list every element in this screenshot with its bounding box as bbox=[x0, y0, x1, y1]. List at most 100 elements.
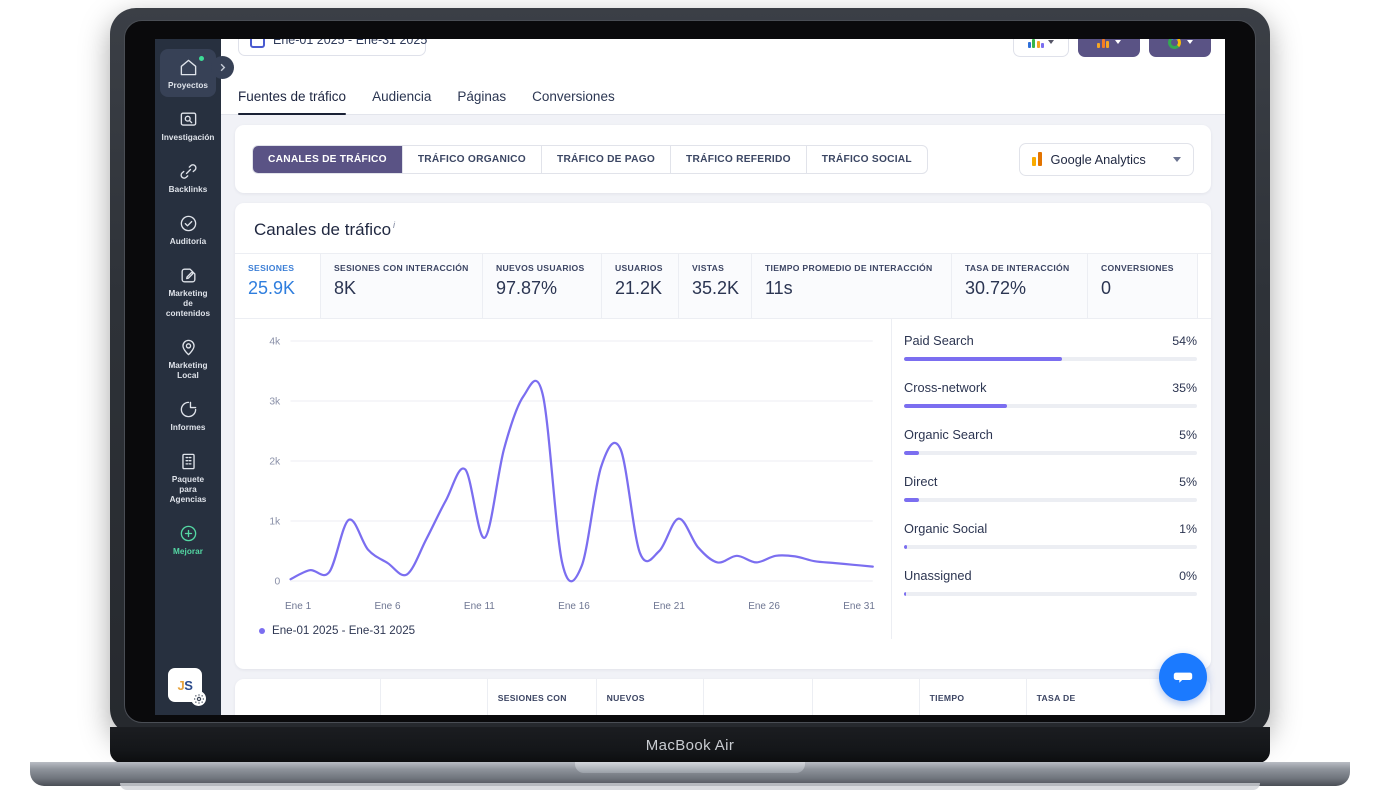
chat-bubble-icon[interactable] bbox=[1159, 653, 1207, 701]
svg-text:2k: 2k bbox=[269, 457, 281, 468]
kpi-usuarios[interactable]: USUARIOS 21.2K bbox=[602, 254, 679, 318]
map-pin-icon bbox=[177, 336, 199, 358]
channel-row[interactable]: Organic Search 5% bbox=[904, 427, 1197, 466]
channel-row[interactable]: Direct 5% bbox=[904, 474, 1197, 513]
channel-percent: 54% bbox=[1172, 334, 1197, 348]
sidebar-item-backlinks[interactable]: Backlinks bbox=[160, 153, 216, 201]
sidebar-item-auditor-a[interactable]: Auditoría bbox=[160, 205, 216, 253]
panel-title: Canales de tráfico i bbox=[235, 203, 1211, 253]
sidebar-item-label: Investigación bbox=[161, 133, 215, 142]
kpi-value: 25.9K bbox=[248, 277, 296, 298]
date-range-picker[interactable]: Ene-01 2025 - Ene-31 2025 bbox=[238, 39, 427, 56]
kpi-nuevos-usuarios[interactable]: NUEVOS USUARIOS 97.87% bbox=[483, 254, 602, 318]
channel-name: Cross-network bbox=[904, 380, 987, 395]
kpi-vistas[interactable]: VISTAS 35.2K bbox=[679, 254, 752, 318]
gear-icon[interactable] bbox=[191, 691, 206, 706]
sidebar-item-label: Mejorar bbox=[173, 547, 203, 556]
kpi-sesiones[interactable]: SESIONES 25.9K bbox=[235, 254, 321, 318]
channel-progress-fill bbox=[904, 498, 919, 502]
x-tick-label: Ene 6 bbox=[374, 601, 401, 612]
channel-percent: 35% bbox=[1172, 381, 1197, 395]
x-tick-label: Ene 31 bbox=[843, 601, 875, 612]
magnifier-document-icon bbox=[177, 108, 199, 130]
kpi-conversiones[interactable]: CONVERSIONES 0 bbox=[1088, 254, 1198, 318]
chart-series-line bbox=[289, 379, 874, 583]
main-area: Ene-01 2025 - Ene-31 2025 Fuentes de trá… bbox=[221, 39, 1225, 715]
tab-conversiones[interactable]: Conversiones bbox=[532, 89, 615, 114]
toolbar-buttons bbox=[1013, 39, 1211, 57]
channel-percent: 5% bbox=[1179, 428, 1197, 442]
kpi-row: SESIONES 25.9K SESIONES CON INTERACCIÓN 8K N… bbox=[235, 253, 1211, 319]
sidebar-item-investigaci-n[interactable]: Investigación bbox=[160, 101, 216, 149]
screenshot-stage: Proyectos Investigación Backlinks Auditoría… bbox=[0, 0, 1380, 793]
channel-progress-fill bbox=[904, 545, 907, 549]
data-source-label: Google Analytics bbox=[1050, 151, 1146, 167]
user-account-badge[interactable]: JS bbox=[168, 668, 206, 706]
chevron-down-icon bbox=[1115, 40, 1121, 44]
chart-gridlines bbox=[290, 340, 873, 582]
legend-color-dot bbox=[259, 627, 265, 634]
js-logo-s: S bbox=[184, 677, 193, 693]
info-icon[interactable]: i bbox=[393, 220, 395, 230]
table-column-header bbox=[704, 679, 813, 715]
sidebar-item-proyectos[interactable]: Proyectos bbox=[160, 49, 216, 97]
sidebar-item-label: Informes bbox=[170, 423, 206, 432]
sidebar-item-label: Paquete para Agencias bbox=[169, 475, 207, 504]
subtab-card: CANALES DE TRÁFICO TRÁFICO ORGANICO TRÁFIC… bbox=[235, 125, 1211, 193]
sidebar-item-informes[interactable]: Informes bbox=[160, 391, 216, 439]
sidebar-item-marketing-de-contenidos[interactable]: Marketing de contenidos bbox=[160, 257, 216, 325]
laptop-chin: MacBook Air bbox=[110, 727, 1270, 763]
tab-audiencia[interactable]: Audiencia bbox=[372, 89, 431, 114]
laptop-base-notch bbox=[575, 762, 805, 773]
kpi-label: NUEVOS USUARIOS bbox=[496, 263, 585, 273]
table-column-header bbox=[813, 679, 920, 715]
kpi-sesiones-con-interacci-n[interactable]: SESIONES CON INTERACCIÓN 8K bbox=[321, 254, 483, 318]
kpi-label: VISTAS bbox=[692, 263, 725, 273]
channel-name: Unassigned bbox=[904, 568, 972, 583]
channel-progress-fill bbox=[904, 404, 1007, 408]
chart-y-tick-labels: 0 1k 2k 3k 4k bbox=[269, 337, 281, 588]
kpi-value: 0 bbox=[1101, 277, 1112, 298]
channel-row[interactable]: Unassigned 0% bbox=[904, 568, 1197, 607]
link-chain-icon bbox=[177, 160, 199, 182]
sidebar-item-marketing-local[interactable]: Marketing Local bbox=[160, 329, 216, 387]
traffic-subtabs: CANALES DE TRÁFICO TRÁFICO ORGANICO TRÁFIC… bbox=[252, 144, 928, 174]
plus-circle-icon bbox=[177, 522, 199, 544]
sidebar-item-mejorar[interactable]: Mejorar bbox=[160, 515, 216, 563]
channel-progress-fill bbox=[904, 451, 919, 455]
kpi-value: 97.87% bbox=[496, 277, 558, 298]
channel-progress-track bbox=[904, 592, 1197, 596]
channel-row[interactable]: Organic Social 1% bbox=[904, 521, 1197, 560]
channel-row[interactable]: Paid Search 54% bbox=[904, 333, 1197, 372]
colors-button[interactable] bbox=[1013, 39, 1069, 57]
channel-row[interactable]: Cross-network 35% bbox=[904, 380, 1197, 419]
subtab-canales-de-tr-fico[interactable]: CANALES DE TRÁFICO bbox=[253, 145, 403, 173]
subtab-tr-fico-organico[interactable]: TRÁFICO ORGANICO bbox=[403, 145, 542, 173]
device-model-label: MacBook Air bbox=[645, 736, 735, 754]
channel-progress-track bbox=[904, 498, 1197, 502]
sidebar-item-label: Backlinks bbox=[168, 185, 208, 194]
kpi-tasa-de-interacci-n[interactable]: TASA DE INTERACCIÓN 30.72% bbox=[952, 254, 1088, 318]
tab-p-ginas[interactable]: Páginas bbox=[457, 89, 506, 114]
chart-row: 0 1k 2k 3k 4k Ene 1 Ene 6 Ene 11 Ene 16 Ene 21 En… bbox=[235, 319, 1211, 639]
palette-icon bbox=[1027, 39, 1045, 48]
kpi-tiempo-promedio-de-interacci-n[interactable]: TIEMPO PROMEDIO DE INTERACCIÓN 11s bbox=[752, 254, 952, 318]
tab-fuentes-de-tr-fico[interactable]: Fuentes de tráfico bbox=[238, 89, 347, 115]
data-source-select[interactable]: Google Analytics bbox=[1019, 142, 1194, 176]
sidebar-item-paquete-para-agencias[interactable]: Paquete para Agencias bbox=[160, 443, 216, 511]
google-analytics-icon bbox=[1032, 152, 1042, 166]
subtab-tr-fico-referido[interactable]: TRÁFICO REFERIDO bbox=[671, 145, 807, 173]
table-column-header bbox=[235, 679, 381, 715]
subtab-tr-fico-de-pago[interactable]: TRÁFICO DE PAGO bbox=[542, 145, 672, 173]
chart-legend: Ene-01 2025 - Ene-31 2025 bbox=[241, 612, 881, 637]
sidebar: Proyectos Investigación Backlinks Auditoría… bbox=[155, 39, 221, 715]
x-tick-label: Ene 1 bbox=[285, 601, 312, 612]
subtab-tr-fico-social[interactable]: TRÁFICO SOCIAL bbox=[807, 146, 927, 173]
svg-text:3k: 3k bbox=[269, 397, 281, 408]
kpi-label: CONVERSIONES bbox=[1101, 263, 1174, 273]
channel-name: Direct bbox=[904, 474, 938, 489]
ga-source-button[interactable] bbox=[1149, 39, 1211, 57]
sidebar-collapse-toggle[interactable] bbox=[211, 56, 234, 79]
x-tick-label: Ene 21 bbox=[653, 601, 685, 612]
chart-type-button[interactable] bbox=[1078, 39, 1140, 57]
